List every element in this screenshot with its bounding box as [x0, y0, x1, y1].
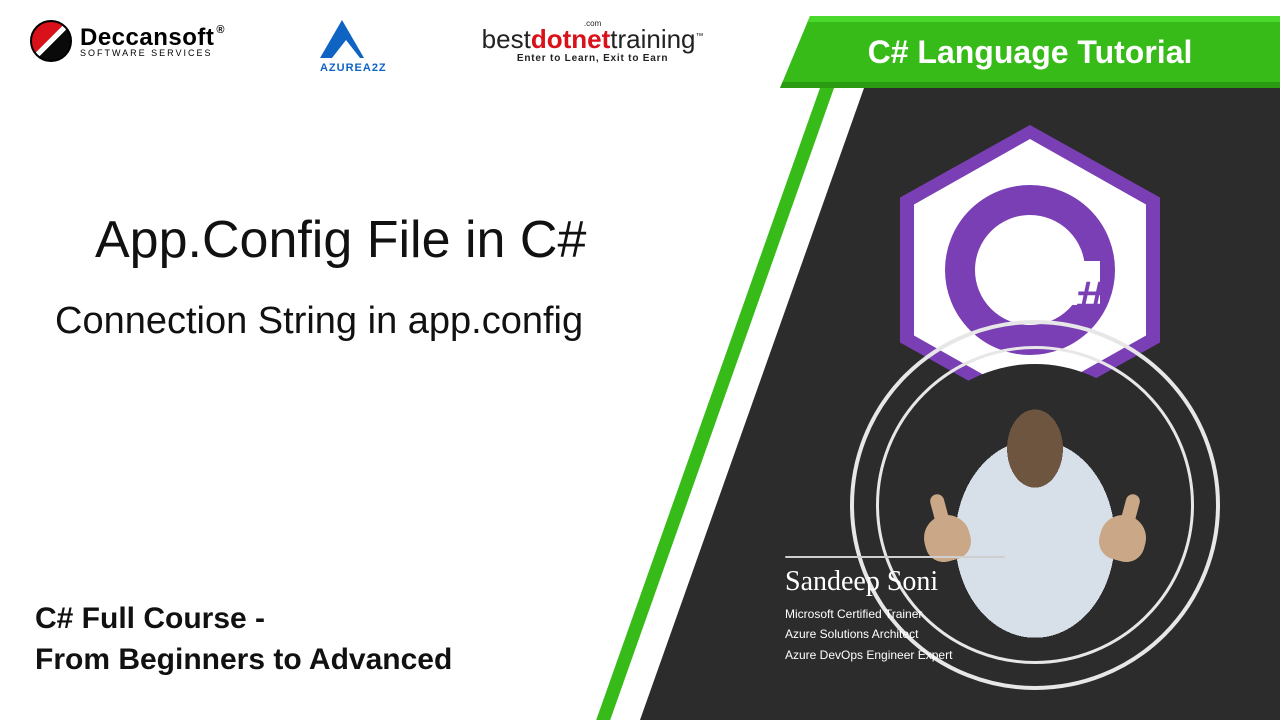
course-line2: From Beginners to Advanced [35, 640, 452, 681]
azure-icon [320, 20, 364, 58]
course-footer: C# Full Course - From Beginners to Advan… [35, 599, 452, 680]
presenter-name: Sandeep Soni [785, 566, 1065, 598]
deccansoft-icon [30, 20, 72, 62]
azurea2z-logo: AZUREA2Z [320, 20, 387, 74]
banner-text: C# Language Tutorial [868, 34, 1193, 71]
bestdotnettraining-logo: .com bestdotnettraining™ Enter to Learn,… [482, 20, 704, 64]
azurea2z-name: AZUREA2Z [320, 62, 387, 74]
bdt-tag: Enter to Learn, Exit to Earn [482, 54, 704, 65]
bdt-post: training [610, 24, 695, 54]
presenter-cred: Microsoft Certified Trainer [785, 604, 1065, 624]
slide-title: App.Config File in C# [95, 210, 586, 270]
csharp-hash: # [1076, 270, 1105, 330]
deccansoft-tag: SOFTWARE SERVICES [80, 48, 225, 58]
bdt-pre: best [482, 24, 531, 54]
presenter-cred: Azure DevOps Engineer Expert [785, 645, 1065, 665]
presenter-cred: Azure Solutions Architect [785, 624, 1065, 644]
deccansoft-logo: Deccansoft® SOFTWARE SERVICES [30, 20, 225, 62]
presenter-info: Sandeep Soni Microsoft Certified Trainer… [785, 556, 1065, 665]
course-line1: C# Full Course - [35, 599, 452, 640]
top-logos: Deccansoft® SOFTWARE SERVICES AZUREA2Z .… [30, 20, 704, 74]
slide-subtitle: Connection String in app.config [55, 300, 583, 343]
bdt-mid: dotnet [531, 24, 610, 54]
tutorial-banner: C# Language Tutorial [780, 16, 1280, 88]
thumbs-up-icon [1095, 510, 1151, 566]
divider [785, 556, 1005, 558]
deccansoft-name: Deccansoft [80, 24, 214, 51]
